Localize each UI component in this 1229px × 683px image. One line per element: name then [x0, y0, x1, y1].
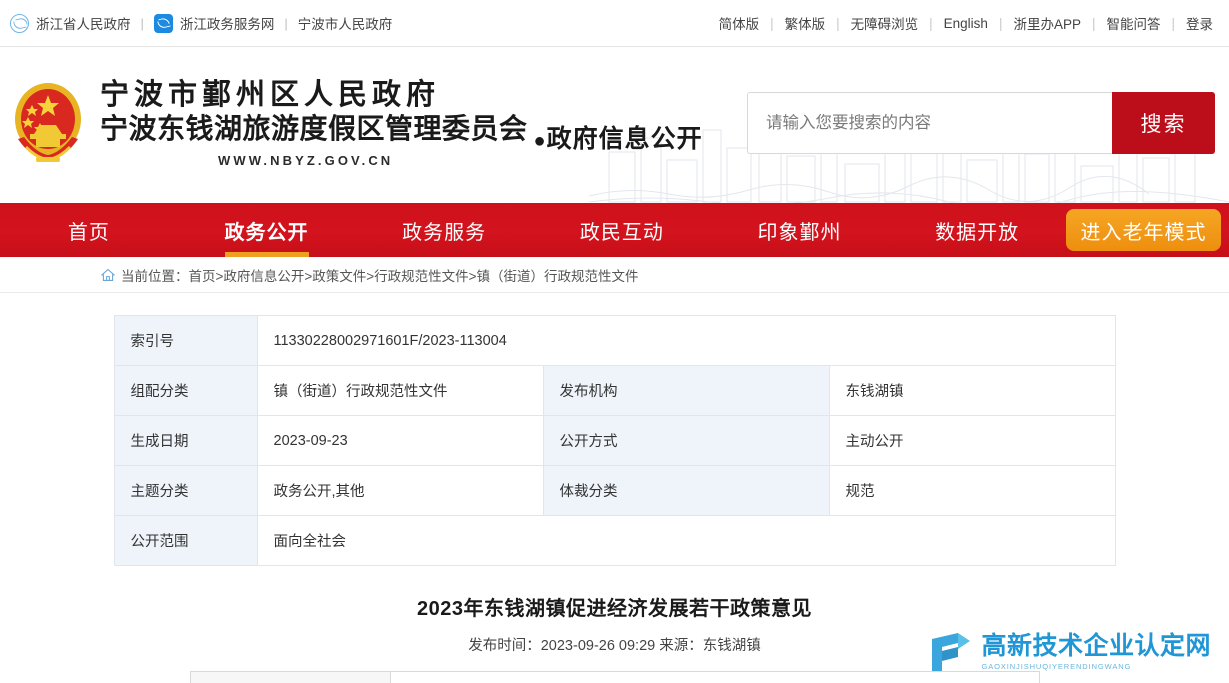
suffix-dot-icon: ● — [533, 129, 547, 152]
suffix-label: 政府信息公开 — [546, 126, 703, 153]
site-banner: 宁波市鄞州区人民政府 宁波东钱湖旅游度假区管理委员会 WWW.NBYZ.GOV.… — [0, 47, 1229, 203]
doc-value-validity: 有效 — [389, 671, 1040, 683]
breadcrumb-prefix: 当前位置： — [121, 268, 189, 284]
nav-item-open-data[interactable]: 数据开放 — [888, 203, 1066, 257]
page-title: 2023年东钱湖镇促进经济发展若干政策意见 — [417, 598, 812, 620]
page-root: 浙江省人民政府 | 浙江政务服务网 | 宁波市人民政府 简体版 | 繁体版 | … — [0, 0, 1229, 683]
nav-item-impression-yinzhou[interactable]: 印象鄞州 — [711, 203, 889, 257]
toplink-label: 宁波市人民政府 — [297, 17, 393, 32]
info-value-category: 镇（街道）行政规范性文件 — [256, 365, 544, 416]
table-row: 索引号 11330228002971601F/2023-113004 — [113, 315, 1116, 366]
document-info-table: 索引号 11330228002971601F/2023-113004 组配分类 … — [113, 315, 1116, 566]
doc-label-validity: 文件有效性 — [189, 671, 391, 683]
nav-item-government-services[interactable]: 政务服务 — [355, 203, 533, 257]
search-input[interactable] — [747, 92, 1112, 154]
toplink-accessibility[interactable]: 无障碍浏览 — [851, 13, 919, 33]
article-meta: 发布时间：2023-09-26 09:29 来源：东钱湖镇 — [468, 638, 761, 654]
elder-mode-button[interactable]: 进入老年模式 — [1066, 209, 1222, 251]
toplink-smart-qa[interactable]: 智能问答 — [1106, 13, 1160, 33]
toplink-label: 浙江政务服务网 — [179, 17, 275, 32]
info-value-disclosure-method: 主动公开 — [828, 415, 1116, 466]
nav-item-government-affairs[interactable]: 政务公开 — [178, 203, 356, 257]
table-row: 生成日期 2023-09-23 公开方式 主动公开 — [113, 415, 1116, 466]
info-label-index-number: 索引号 — [113, 315, 258, 366]
top-separator: | — [998, 15, 1003, 31]
nav-item-home[interactable]: 首页 — [0, 203, 178, 257]
globe-outline-icon — [10, 13, 29, 33]
info-value-creation-date: 2023-09-23 — [256, 415, 544, 466]
table-row: 文件有效性 有效 — [189, 671, 1040, 683]
banner-suffix: ●政府信息公开 — [534, 119, 703, 155]
info-value-genre-category: 规范 — [828, 465, 1116, 516]
top-separator: | — [770, 15, 774, 31]
nav-item-citizen-interaction[interactable]: 政民互动 — [533, 203, 711, 257]
info-label-issuing-agency: 发布机构 — [542, 365, 830, 416]
table-row: 公开范围 面向全社会 — [113, 515, 1116, 566]
toplink-ningbo-gov[interactable]: 宁波市人民政府 — [298, 13, 393, 33]
brand-title-line1: 宁波市鄞州区人民政府 — [100, 79, 441, 112]
info-label-genre-category: 体裁分类 — [542, 465, 830, 516]
home-icon — [101, 268, 115, 282]
top-bar: 浙江省人民政府 | 浙江政务服务网 | 宁波市人民政府 简体版 | 繁体版 | … — [0, 0, 1229, 47]
top-separator: | — [929, 15, 933, 31]
info-label-disclosure-scope: 公开范围 — [113, 515, 258, 566]
site-search: 搜索 — [747, 92, 1215, 154]
info-label-creation-date: 生成日期 — [113, 415, 258, 466]
globe-solid-icon — [153, 13, 173, 33]
search-button[interactable]: 搜索 — [1112, 92, 1215, 154]
table-row: 组配分类 镇（街道）行政规范性文件 发布机构 东钱湖镇 — [113, 365, 1116, 416]
info-value-disclosure-scope: 面向全社会 — [256, 515, 1116, 566]
document-validity-table: 文件有效性 有效 — [189, 671, 1040, 683]
main-navigation: 首页 政务公开 政务服务 政民互动 印象鄞州 数据开放 进入老年模式 — [0, 203, 1229, 257]
article-header: 2023年东钱湖镇促进经济发展若干政策意见 发布时间：2023-09-26 09… — [0, 592, 1229, 683]
top-bar-right-links: 简体版 | 繁体版 | 无障碍浏览 | English | 浙里办APP | 智… — [719, 13, 1213, 33]
toplink-zhejiang-gov[interactable]: 浙江省人民政府 — [10, 13, 131, 33]
top-separator: | — [1091, 15, 1096, 31]
info-value-topic-category: 政务公开,其他 — [256, 465, 544, 516]
brand-block: 宁波市鄞州区人民政府 宁波东钱湖旅游度假区管理委员会 WWW.NBYZ.GOV.… — [100, 78, 528, 167]
breadcrumb: 当前位置： 首页>政府信息公开>政策文件>行政规范性文件>镇（街道）行政规范性文… — [0, 257, 1229, 293]
toplink-login[interactable]: 登录 — [1186, 13, 1213, 33]
breadcrumb-path[interactable]: 首页>政府信息公开>政策文件>行政规范性文件>镇（街道）行政规范性文件 — [189, 265, 639, 285]
top-separator: | — [284, 15, 288, 31]
toplink-english[interactable]: English — [944, 16, 988, 31]
top-separator: | — [836, 15, 840, 31]
toplink-label: 浙江省人民政府 — [36, 17, 131, 32]
info-label-category: 组配分类 — [113, 365, 258, 416]
toplink-zhelibang-app[interactable]: 浙里办APP — [1013, 13, 1081, 33]
brand-title-line2: 宁波东钱湖旅游度假区管理委员会 — [100, 113, 528, 145]
brand-website-url: WWW.NBYZ.GOV.CN — [218, 152, 394, 168]
toplink-traditional[interactable]: 繁体版 — [785, 13, 826, 33]
info-label-disclosure-method: 公开方式 — [542, 415, 830, 466]
table-row: 主题分类 政务公开,其他 体裁分类 规范 — [113, 465, 1116, 516]
toplink-simplified[interactable]: 简体版 — [719, 13, 760, 33]
top-separator: | — [1171, 15, 1175, 31]
national-emblem-icon — [15, 83, 81, 162]
info-label-topic-category: 主题分类 — [113, 465, 258, 516]
top-bar-left-links: 浙江省人民政府 | 浙江政务服务网 | 宁波市人民政府 — [10, 13, 392, 33]
main-content: 索引号 11330228002971601F/2023-113004 组配分类 … — [0, 293, 1229, 683]
info-value-issuing-agency: 东钱湖镇 — [828, 365, 1116, 416]
top-separator: | — [140, 15, 144, 31]
info-value-index-number: 11330228002971601F/2023-113004 — [256, 315, 1116, 366]
toplink-zhengwu-service[interactable]: 浙江政务服务网 — [153, 13, 275, 33]
